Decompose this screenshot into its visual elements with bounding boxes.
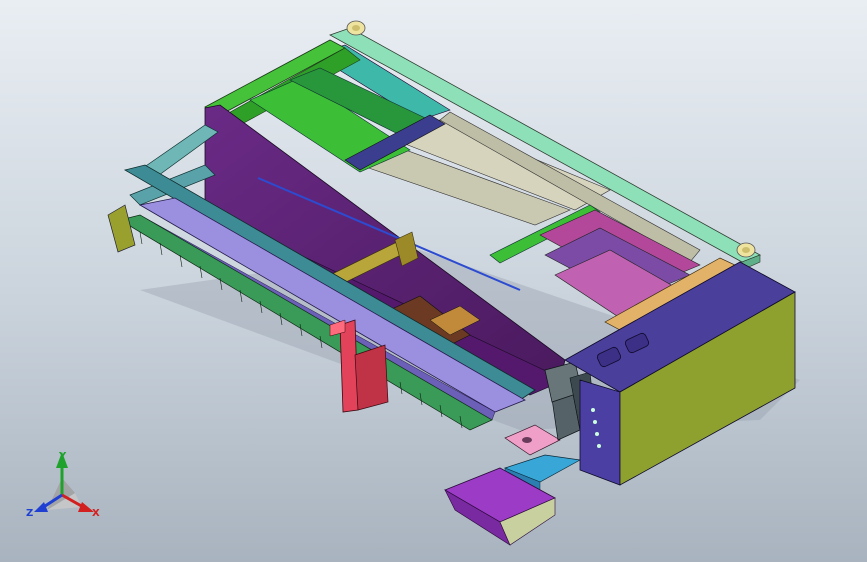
axis-x-label: X	[92, 508, 100, 519]
axis-y-label: Y	[58, 451, 67, 462]
cad-viewport[interactable]: Y X Z	[0, 0, 867, 562]
end-block-olive[interactable]	[107, 204, 136, 253]
coordinate-triad-icon: Y X Z	[26, 451, 100, 519]
mount-plate-pink[interactable]	[504, 424, 561, 456]
control-box-front[interactable]	[579, 379, 621, 486]
leveling-knob-right[interactable]	[736, 242, 756, 258]
carriage-plate-red[interactable]	[354, 344, 389, 411]
axis-z-label: Z	[26, 508, 33, 519]
leveling-knob-back[interactable]	[346, 20, 366, 36]
cad-model-canvas[interactable]: Y X Z	[0, 0, 867, 562]
